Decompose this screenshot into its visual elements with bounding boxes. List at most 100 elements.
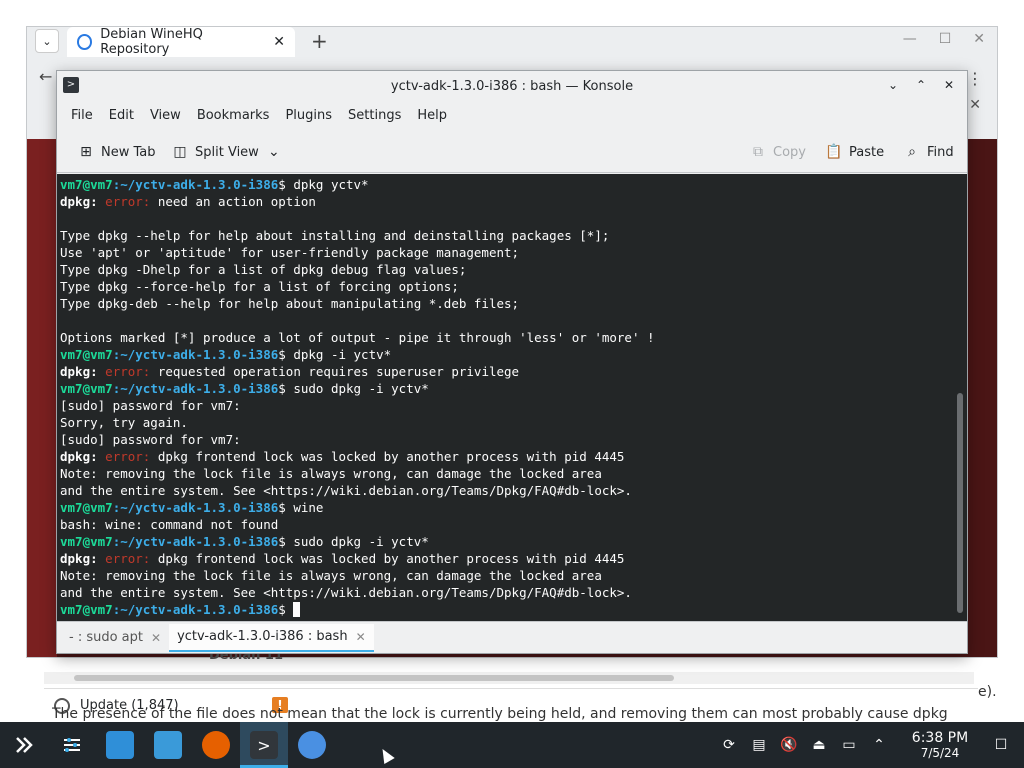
error-source: dpkg <box>60 364 91 379</box>
clock-date: 7/5/24 <box>920 746 960 760</box>
sliders-icon <box>64 738 80 752</box>
terminal-line: and the entire system. See <https://wiki… <box>60 483 632 498</box>
settings-taskbar-button[interactable] <box>48 722 96 768</box>
paste-label: Paste <box>849 144 885 160</box>
close-icon[interactable]: ✕ <box>939 75 959 95</box>
konsole-titlebar[interactable]: > yctv-adk-1.3.0-i386 : bash — Konsole ⌄… <box>57 71 967 101</box>
menu-view[interactable]: View <box>142 104 189 128</box>
clock[interactable]: 6:38 PM 7/5/24 <box>902 730 978 760</box>
command-text: $ <box>278 602 294 617</box>
paste-button[interactable]: 📋 Paste <box>819 137 890 167</box>
error-keyword: error: <box>105 364 151 379</box>
konsole-menubar: File Edit View Bookmarks Plugins Settings Help <box>57 101 967 131</box>
prompt-path: :~/yctv-adk-1.3.0-i386 <box>112 534 279 549</box>
menu-edit[interactable]: Edit <box>101 104 142 128</box>
chevron-up-icon[interactable]: ⌃ <box>868 734 890 756</box>
split-view-button[interactable]: ◫ Split View ⌄ <box>165 137 289 167</box>
terminal-scrollbar[interactable] <box>957 393 963 613</box>
terminal-line: vm7@vm7:~/yctv-adk-1.3.0-i386$ sudo dpkg… <box>60 380 967 397</box>
error-message: dpkg frontend lock was locked by another… <box>150 551 625 566</box>
konsole-tab-bash[interactable]: yctv-adk-1.3.0-i386 : bash ✕ <box>169 623 374 652</box>
prompt-path: :~/yctv-adk-1.3.0-i386 <box>112 500 279 515</box>
chromium-taskbar-button[interactable] <box>288 722 336 768</box>
split-view-label: Split View <box>195 144 259 160</box>
error-keyword: error: <box>105 194 151 209</box>
minimize-icon[interactable]: ⌄ <box>883 75 903 95</box>
clipboard-tray-icon[interactable]: ▤ <box>748 734 770 756</box>
command-text: $ dpkg yctv* <box>278 177 369 192</box>
menu-file[interactable]: File <box>63 104 101 128</box>
new-tab-icon: ⊞ <box>80 144 92 160</box>
separator: : <box>90 551 106 566</box>
terminal-line: Type dpkg-deb --help for help about mani… <box>60 296 520 311</box>
updates-icon[interactable]: ⟳ <box>718 734 740 756</box>
firefox-icon <box>202 731 230 759</box>
application-launcher-button[interactable] <box>0 722 48 768</box>
search-icon: ⌕ <box>908 144 916 160</box>
maximize-icon[interactable]: ⌃ <box>911 75 931 95</box>
scrollbar-thumb[interactable] <box>74 675 674 681</box>
error-source: dpkg <box>60 551 91 566</box>
menu-bookmarks[interactable]: Bookmarks <box>189 104 278 128</box>
find-button[interactable]: ⌕ Find <box>897 137 960 167</box>
konsole-tab-sudo-apt[interactable]: - : sudo apt ✕ <box>61 624 169 652</box>
copy-icon: ⧉ <box>753 144 763 160</box>
separator: : <box>90 449 106 464</box>
terminal-app-icon: > <box>63 77 79 93</box>
show-desktop-icon[interactable]: ☐ <box>990 734 1012 756</box>
error-message: need an action option <box>150 194 316 209</box>
terminal-line: Options marked [*] produce a lot of outp… <box>60 330 655 345</box>
terminal-line: dpkg: error: dpkg frontend lock was lock… <box>60 550 967 567</box>
tab-label: - : sudo apt <box>69 630 144 645</box>
clipboard-icon: 📋 <box>825 144 843 160</box>
taskbar: > ⟳ ▤ 🔇 ⏏ ▭ ⌃ 6:38 PM 7/5/24 ☐ <box>0 722 1024 768</box>
discover-taskbar-button[interactable] <box>96 722 144 768</box>
volume-muted-icon[interactable]: 🔇 <box>778 734 800 756</box>
menu-plugins[interactable]: Plugins <box>277 104 340 128</box>
firefox-taskbar-button[interactable] <box>192 722 240 768</box>
error-source: dpkg <box>60 194 91 209</box>
prompt-user: vm7@vm7 <box>60 534 113 549</box>
clock-time: 6:38 PM <box>911 730 969 746</box>
terminal-output[interactable]: vm7@vm7:~/yctv-adk-1.3.0-i386$ dpkg yctv… <box>57 174 967 621</box>
command-text: $ dpkg -i yctv* <box>278 347 392 362</box>
terminal-line: vm7@vm7:~/yctv-adk-1.3.0-i386$ dpkg yctv… <box>60 176 967 193</box>
error-message: dpkg frontend lock was locked by another… <box>150 449 625 464</box>
terminal-line: and the entire system. See <https://wiki… <box>60 585 632 600</box>
horizontal-scrollbar[interactable] <box>44 672 974 684</box>
terminal-line: [sudo] password for vm7: <box>60 398 241 413</box>
copy-button[interactable]: ⧉ Copy <box>743 137 812 167</box>
command-text: $ sudo dpkg -i yctv* <box>278 381 429 396</box>
prompt-user: vm7@vm7 <box>60 347 113 362</box>
error-message: requested operation requires superuser p… <box>150 364 520 379</box>
close-tab-icon[interactable]: ✕ <box>151 631 161 645</box>
command-text: $ sudo dpkg -i yctv* <box>278 534 429 549</box>
menu-help[interactable]: Help <box>409 104 455 128</box>
tab-label: yctv-adk-1.3.0-i386 : bash <box>177 629 348 644</box>
error-source: dpkg <box>60 449 91 464</box>
page-edge-text: e). <box>978 684 997 700</box>
terminal-line: dpkg: error: requested operation require… <box>60 363 967 380</box>
text-cursor <box>293 602 301 617</box>
terminal-line: Type dpkg --help for help about installi… <box>60 228 610 243</box>
new-tab-button[interactable]: ⊞ New Tab <box>71 137 162 167</box>
terminal-line: dpkg: error: need an action option <box>60 193 967 210</box>
files-taskbar-button[interactable] <box>144 722 192 768</box>
copy-label: Copy <box>773 144 806 160</box>
konsole-title: yctv-adk-1.3.0-i386 : bash — Konsole <box>390 78 634 94</box>
konsole-tabbar: - : sudo apt ✕ yctv-adk-1.3.0-i386 : bas… <box>57 621 967 653</box>
chevron-down-icon[interactable]: ⌄ <box>265 143 283 161</box>
system-tray: ⟳ ▤ 🔇 ⏏ ▭ ⌃ 6:38 PM 7/5/24 ☐ <box>714 722 1024 768</box>
split-view-icon: ◫ <box>173 144 187 160</box>
usb-icon[interactable]: ⏏ <box>808 734 830 756</box>
konsole-taskbar-button[interactable]: > <box>240 722 288 768</box>
terminal-line: vm7@vm7:~/yctv-adk-1.3.0-i386$ wine <box>60 499 967 516</box>
close-tab-icon[interactable]: ✕ <box>356 630 366 644</box>
error-keyword: error: <box>105 551 151 566</box>
konsole-toolbar: ⊞ New Tab ◫ Split View ⌄ ⧉ Copy 📋 Paste … <box>57 131 967 173</box>
menu-settings[interactable]: Settings <box>340 104 409 128</box>
terminal-line: bash: wine: command not found <box>60 517 279 532</box>
prompt-user: vm7@vm7 <box>60 177 113 192</box>
terminal-line: [sudo] password for vm7: <box>60 432 241 447</box>
network-icon[interactable]: ▭ <box>838 734 860 756</box>
